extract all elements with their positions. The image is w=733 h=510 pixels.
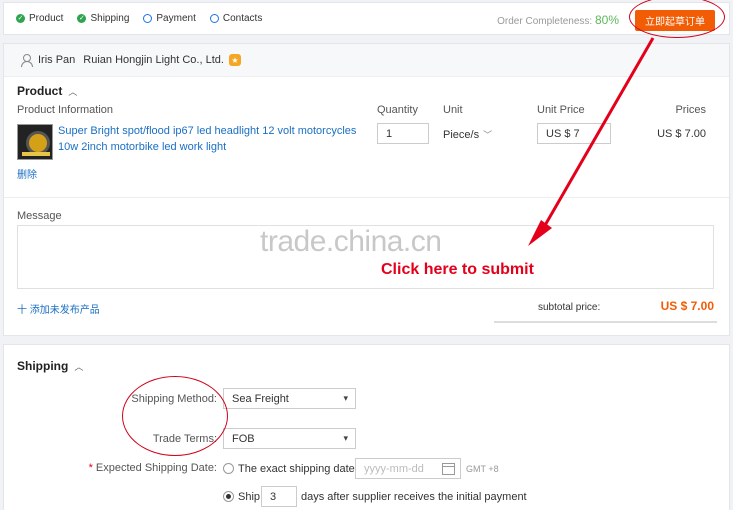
timezone-label: GMT +8 xyxy=(466,464,499,474)
expected-date-label: * Expected Shipping Date: xyxy=(64,462,217,474)
product-card: Iris Pan Ruian Hongjin Light Co., Ltd. ★… xyxy=(3,43,730,336)
order-steps-bar: Product Shipping Payment Contacts Order … xyxy=(3,2,730,35)
chevron-up-icon: ︿ xyxy=(74,361,84,372)
unit-select[interactable]: Piece/s ﹀ xyxy=(443,128,492,141)
step-contacts[interactable]: Contacts xyxy=(209,13,263,24)
person-icon xyxy=(20,53,33,67)
circle-icon xyxy=(209,14,219,23)
step-shipping[interactable]: Shipping xyxy=(77,13,129,24)
col-prices: Prices xyxy=(675,104,706,116)
annotation-ellipse xyxy=(122,376,228,456)
product-section-title: Product xyxy=(17,84,63,98)
exact-date-option-label: The exact shipping date xyxy=(238,463,355,475)
shipping-method-select[interactable]: Sea Freight ▾ xyxy=(223,388,356,409)
shipping-method-value: Sea Freight xyxy=(232,392,289,405)
seller-row: Iris Pan Ruian Hongjin Light Co., Ltd. ★ xyxy=(4,44,729,77)
chevron-down-icon: ﹀ xyxy=(483,130,493,140)
ship-days-suffix: days after supplier receives the initial… xyxy=(301,491,527,503)
step-label: Contacts xyxy=(222,13,263,24)
chevron-down-icon: ▾ xyxy=(343,393,348,403)
unit-value: Piece/s xyxy=(443,129,480,141)
ship-days-input[interactable]: 3 xyxy=(261,486,297,507)
shipping-date-input[interactable]: yyyy-mm-dd xyxy=(355,458,461,479)
step-label: Shipping xyxy=(90,13,130,24)
check-icon xyxy=(16,14,25,23)
step-product[interactable]: Product xyxy=(16,13,63,24)
ship-days-radio[interactable] xyxy=(223,491,234,502)
product-section-toggle[interactable]: Product ︿ xyxy=(17,84,77,98)
ship-option-label: Ship xyxy=(238,491,261,503)
col-quantity: Quantity xyxy=(377,104,418,116)
step-payment[interactable]: Payment xyxy=(143,13,196,24)
exact-date-radio[interactable] xyxy=(223,463,234,474)
annotation-callout: Click here to submit xyxy=(381,261,534,278)
col-product-info: Product Information xyxy=(17,104,113,116)
gold-supplier-icon: ★ xyxy=(228,54,241,66)
divider xyxy=(4,197,729,198)
product-thumbnail[interactable] xyxy=(17,124,53,160)
product-name-link[interactable]: Super Bright spot/flood ip67 led headlig… xyxy=(58,124,358,155)
quantity-input[interactable]: 1 xyxy=(377,123,429,144)
col-unit: Unit xyxy=(443,104,463,116)
required-marker: * xyxy=(88,462,93,474)
add-unpublished-product-link[interactable]: 十 添加未发布产品 xyxy=(17,301,100,316)
step-label: Payment xyxy=(156,13,196,24)
order-completeness: Order Completeness: 80% xyxy=(497,13,619,27)
circle-icon xyxy=(143,14,153,23)
unit-price-input[interactable]: US $ 7 xyxy=(537,123,611,144)
shipping-section-toggle[interactable]: Shipping ︿ xyxy=(17,359,83,373)
calendar-icon[interactable] xyxy=(442,463,455,475)
trade-terms-value: FOB xyxy=(232,432,255,445)
shipping-card: Shipping ︿ Shipping Method: Sea Freight … xyxy=(3,344,730,510)
chevron-up-icon: ︿ xyxy=(68,86,78,97)
seller-company[interactable]: Ruian Hongjin Light Co., Ltd. xyxy=(83,54,224,66)
step-label: Product xyxy=(29,13,64,24)
delete-link[interactable]: 删除 xyxy=(17,166,37,181)
subtotal-value: US $ 7.00 xyxy=(660,299,714,313)
seller-name: Iris Pan xyxy=(38,54,76,66)
trade-terms-select[interactable]: FOB ▾ xyxy=(223,428,356,449)
watermark: trade.china.cn xyxy=(260,225,442,258)
expected-date-text: Expected Shipping Date: xyxy=(95,462,217,474)
line-price: US $ 7.00 xyxy=(657,128,706,140)
check-icon xyxy=(77,14,87,23)
shipping-section-title: Shipping xyxy=(17,359,69,373)
message-label: Message xyxy=(17,210,62,222)
completeness-value: 80% xyxy=(594,13,619,27)
subtotal-label: subtotal price: xyxy=(538,302,601,313)
date-placeholder: yyyy-mm-dd xyxy=(364,462,424,475)
completeness-label: Order Completeness: xyxy=(497,16,593,27)
chevron-down-icon: ▾ xyxy=(343,433,348,443)
col-unit-price: Unit Price xyxy=(537,104,585,116)
subtotal-underline xyxy=(494,321,717,323)
